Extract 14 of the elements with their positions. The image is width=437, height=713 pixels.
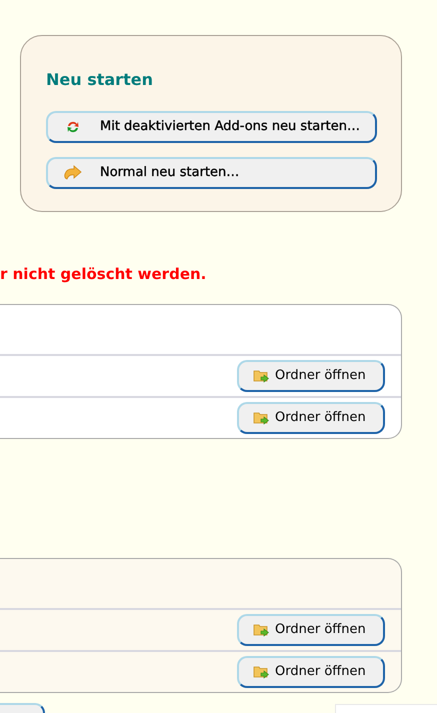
restart-button[interactable]: Mit deaktivierten Add-ons neu starten… — [46, 111, 377, 143]
refresh-icon — [66, 120, 80, 134]
warning-text: r nicht gelöscht werden. — [0, 264, 206, 285]
open-folder-button[interactable]: Ordner öffnen — [237, 360, 385, 392]
folder-icon — [253, 368, 271, 384]
folder-icon — [253, 410, 271, 426]
panel-title: Neu starten — [46, 69, 154, 91]
open-folder-button[interactable]: Ordner öffnen — [237, 656, 385, 688]
restart-button[interactable]: Normal neu starten… — [46, 157, 377, 189]
open-folder-button[interactable]: Ordner öffnen — [237, 614, 385, 646]
folder-icon — [253, 622, 271, 638]
arrow-icon — [64, 165, 82, 181]
folder-icon — [253, 664, 271, 680]
open-folder-button[interactable]: Ordner öffnen — [237, 402, 385, 434]
